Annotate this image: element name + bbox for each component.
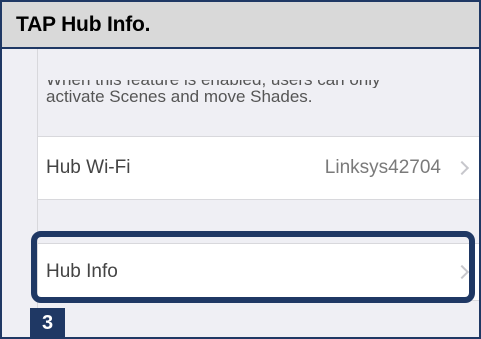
hub-info-label: Hub Info [46, 261, 118, 282]
chevron-right-icon [454, 264, 470, 280]
hub-info-row[interactable]: Hub Info [38, 243, 479, 301]
instruction-frame: TAP Hub Info. When this feature is enabl… [0, 0, 481, 339]
step-number-badge: 3 [30, 308, 65, 339]
settings-screen: When this feature is enabled, users can … [37, 49, 479, 337]
hub-wifi-label: Hub Wi-Fi [46, 157, 131, 178]
chevron-right-icon [454, 160, 470, 176]
instruction-title: TAP Hub Info. [16, 12, 151, 36]
feature-note-line-2: activate Scenes and move Shades. [46, 87, 313, 106]
instruction-header: TAP Hub Info. [2, 2, 479, 49]
hub-wifi-row[interactable]: Hub Wi-Fi Linksys42704 [38, 136, 479, 200]
feature-note-line-1: When this feature is enabled, users can … [46, 70, 381, 89]
hub-wifi-value: Linksys42704 [324, 157, 441, 178]
